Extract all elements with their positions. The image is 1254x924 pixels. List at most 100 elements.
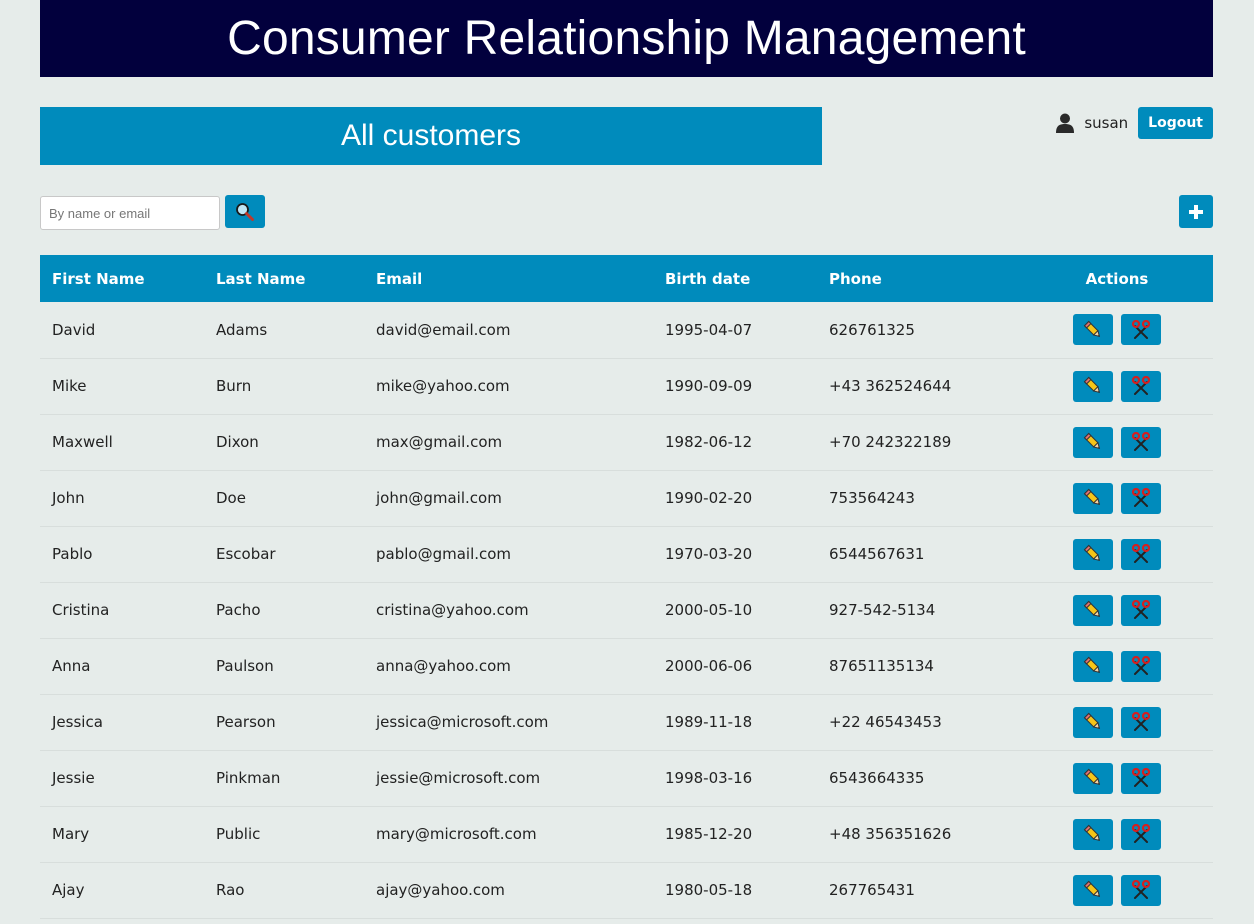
first-name-cell: Mary xyxy=(52,825,90,843)
edit-customer-button[interactable] xyxy=(1073,594,1113,626)
scissors-icon xyxy=(1131,376,1151,395)
scissors-icon xyxy=(1131,319,1151,339)
user-icon xyxy=(1056,113,1075,133)
edit-customer-button[interactable] xyxy=(1073,874,1113,906)
first-name-cell: David xyxy=(52,320,96,339)
birth-date-cell: 1990-02-20 xyxy=(665,489,753,507)
phone-cell: +48 356351626 xyxy=(829,825,952,843)
edit-customer-button[interactable] xyxy=(1073,482,1113,514)
actions-cell xyxy=(1021,582,1213,638)
phone-cell: 6544567631 xyxy=(829,545,925,563)
pencil-icon xyxy=(1083,320,1101,337)
actions-cell xyxy=(1021,470,1213,526)
first-name-cell: Anna xyxy=(52,657,91,675)
actions-cell xyxy=(1021,862,1213,918)
logout-button[interactable]: Logout xyxy=(1138,107,1213,139)
phone-cell: +43 362524644 xyxy=(829,377,952,395)
pencil-icon xyxy=(1083,712,1101,730)
table-row: Jessie Pinkman jessie@microsoft.com 1998-03… xyxy=(40,750,1213,806)
delete-customer-button[interactable] xyxy=(1121,370,1161,402)
table-row: Ajay Rao ajay@yahoo.com 1980-05-18 267765431 xyxy=(40,862,1213,918)
phone-cell: 87651135134 xyxy=(829,657,934,675)
email-cell: david@email.com xyxy=(376,320,511,339)
birth-date-cell: 1982-06-12 xyxy=(665,433,753,451)
delete-customer-button[interactable] xyxy=(1121,594,1161,626)
first-name-cell: Cristina xyxy=(52,601,110,619)
section-header: All customers xyxy=(40,107,822,165)
phone-cell: 753564243 xyxy=(829,489,915,507)
phone-cell: +22 46543453 xyxy=(829,713,942,731)
actions-cell xyxy=(1021,638,1213,694)
birth-date-cell: 1985-12-20 xyxy=(665,825,753,843)
email-cell: max@gmail.com xyxy=(376,433,503,451)
first-name-cell: Maxwell xyxy=(52,433,113,451)
page-title: All customers xyxy=(340,119,522,152)
scissors-icon xyxy=(1131,544,1151,563)
birth-date-cell: 2000-06-06 xyxy=(665,657,753,675)
birth-date-cell: 1998-03-16 xyxy=(665,769,753,787)
first-name-cell: Ajay xyxy=(52,881,85,899)
delete-customer-button[interactable] xyxy=(1121,818,1161,850)
search-input[interactable] xyxy=(40,196,220,230)
pencil-icon xyxy=(1083,824,1101,842)
birth-date-cell: 1980-05-18 xyxy=(665,881,753,899)
last-name-cell: Adams xyxy=(216,320,268,339)
magnifier-icon xyxy=(236,202,254,221)
delete-customer-button[interactable] xyxy=(1121,762,1161,794)
email-cell: jessica@microsoft.com xyxy=(376,713,549,731)
last-name-cell: Doe xyxy=(216,489,246,507)
last-name-cell: Pacho xyxy=(216,601,261,619)
scissors-icon xyxy=(1131,656,1151,675)
actions-cell xyxy=(1021,806,1213,862)
pencil-icon xyxy=(1083,768,1101,786)
birth-date-cell: 1995-04-07 xyxy=(665,320,753,339)
delete-customer-button[interactable] xyxy=(1121,482,1161,514)
search-button[interactable] xyxy=(225,195,265,228)
table-row: Pablo Escobar pablo@gmail.com 1970-03-20 654… xyxy=(40,526,1213,582)
first-name-cell: Jessica xyxy=(52,713,103,731)
edit-customer-button[interactable] xyxy=(1073,762,1113,794)
customers-table: First Name Last Name Email Birth date Ph… xyxy=(40,255,1213,919)
table-row: Mary Public mary@microsoft.com 1985-12-20 +4… xyxy=(40,806,1213,862)
column-header-actions: Actions xyxy=(1085,269,1149,288)
delete-customer-button[interactable] xyxy=(1121,706,1161,738)
birth-date-cell: 1970-03-20 xyxy=(665,545,753,563)
plus-icon xyxy=(1189,204,1203,219)
edit-customer-button[interactable] xyxy=(1073,706,1113,738)
email-cell: anna@yahoo.com xyxy=(376,657,511,675)
table-row: Anna Paulson anna@yahoo.com 2000-06-06 87651… xyxy=(40,638,1213,694)
email-cell: john@gmail.com xyxy=(376,489,502,507)
pencil-icon xyxy=(1083,376,1101,394)
delete-customer-button[interactable] xyxy=(1121,426,1161,458)
phone-cell: 927-542-5134 xyxy=(829,601,936,619)
first-name-cell: Jessie xyxy=(52,769,95,787)
edit-customer-button[interactable] xyxy=(1073,370,1113,402)
edit-customer-button[interactable] xyxy=(1073,650,1113,682)
edit-customer-button[interactable] xyxy=(1073,538,1113,570)
delete-customer-button[interactable] xyxy=(1121,538,1161,570)
column-header-birth-date: Birth date xyxy=(665,269,751,288)
pencil-icon xyxy=(1083,432,1101,450)
edit-customer-button[interactable] xyxy=(1073,314,1113,346)
add-customer-button[interactable] xyxy=(1179,195,1213,228)
phone-cell: 6543664335 xyxy=(829,769,925,787)
email-cell: mike@yahoo.com xyxy=(376,377,510,395)
last-name-cell: Burn xyxy=(216,377,252,395)
last-name-cell: Rao xyxy=(216,881,245,899)
last-name-cell: Paulson xyxy=(216,657,274,675)
delete-customer-button[interactable] xyxy=(1121,650,1161,682)
last-name-cell: Public xyxy=(216,825,261,843)
username: susan xyxy=(1084,114,1129,132)
birth-date-cell: 1990-09-09 xyxy=(665,377,753,395)
delete-customer-button[interactable] xyxy=(1121,874,1161,906)
first-name-cell: Mike xyxy=(52,377,87,395)
email-cell: jessie@microsoft.com xyxy=(376,769,541,787)
phone-cell: +70 242322189 xyxy=(829,433,952,451)
table-header-row: First Name Last Name Email Birth date Ph… xyxy=(40,255,1213,302)
edit-customer-button[interactable] xyxy=(1073,426,1113,458)
table-row: Cristina Pacho cristina@yahoo.com 2000-05-1… xyxy=(40,582,1213,638)
column-header-phone: Phone xyxy=(829,269,882,288)
column-header-last-name: Last Name xyxy=(216,269,306,288)
delete-customer-button[interactable] xyxy=(1121,314,1161,346)
edit-customer-button[interactable] xyxy=(1073,818,1113,850)
